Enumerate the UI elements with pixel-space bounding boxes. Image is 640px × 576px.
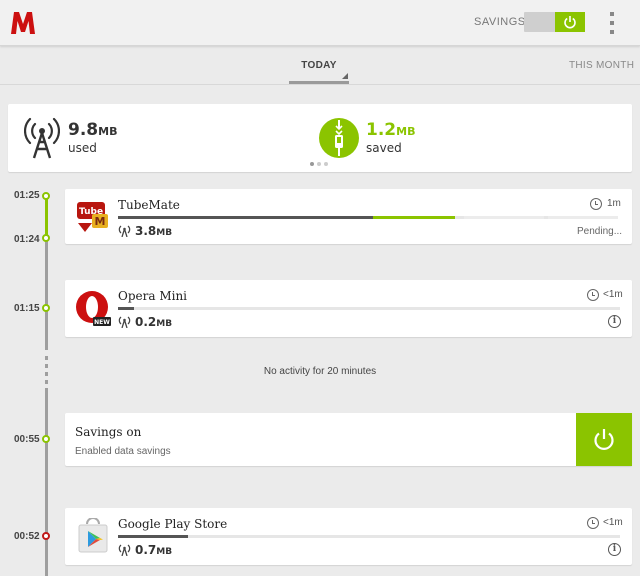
saved-label: saved (366, 141, 402, 155)
usage-value: 0.2 (135, 315, 157, 329)
usage-unit: MB (156, 547, 173, 557)
timeline-dot (42, 304, 50, 312)
signal-icon (118, 225, 131, 237)
tab-this-month[interactable]: THIS MONTH (569, 60, 634, 71)
app-name: Opera Mini (118, 289, 188, 303)
svg-text:NEW: NEW (94, 319, 110, 326)
timeline-time: 00:55 (14, 434, 40, 445)
power-icon (594, 428, 614, 450)
signal-tower-icon (24, 117, 60, 159)
page-dot (317, 162, 321, 166)
google-play-store-icon (78, 518, 108, 553)
top-bar: SAVINGS (0, 0, 640, 46)
power-icon (555, 12, 585, 32)
used-value: 9.8 (68, 120, 99, 140)
overflow-menu-icon[interactable] (608, 12, 616, 34)
page-dot (324, 162, 328, 166)
signal-icon (118, 544, 131, 556)
clock-icon (587, 289, 599, 301)
usage-bar (118, 307, 620, 310)
app-name: TubeMate (118, 198, 180, 212)
timeline-line (45, 388, 48, 576)
saved-value: 1.2 (366, 120, 397, 140)
duration: 1m (607, 198, 621, 209)
usage-value: 3.8 (135, 224, 157, 238)
duration: <1m (603, 517, 623, 528)
clock-icon (587, 517, 599, 529)
used-unit: MB (98, 125, 118, 138)
timeline-dot (42, 435, 50, 443)
app-name: Google Play Store (118, 517, 228, 531)
zip-compress-icon (319, 118, 359, 158)
usage-bar-pending (464, 216, 544, 219)
saved-unit: MB (396, 125, 416, 138)
usage-bar-pending (548, 216, 618, 219)
opera-max-logo-icon[interactable] (10, 10, 36, 36)
event-subtitle: Enabled data savings (75, 446, 171, 457)
savings-toggle[interactable] (524, 12, 585, 32)
usage-bar-saved (373, 216, 455, 219)
usage-amount: 0.7MB (135, 543, 172, 557)
tab-today[interactable]: TODAY (289, 47, 349, 84)
timeline-line (45, 238, 48, 350)
usage-unit: MB (156, 319, 173, 329)
usage-unit: MB (156, 228, 173, 238)
event-title: Savings on (75, 425, 142, 439)
savings-event-card[interactable]: Savings on Enabled data savings (65, 413, 632, 466)
timeline-dot (42, 192, 50, 200)
timeline-dot (42, 234, 50, 242)
timeline-time: 01:24 (14, 234, 40, 245)
timeline-time: 01:15 (14, 303, 40, 314)
used-label: used (68, 141, 97, 155)
timeline-time: 00:52 (14, 531, 40, 542)
page-dot (310, 162, 314, 166)
info-icon[interactable]: i (608, 543, 621, 556)
savings-label: SAVINGS (474, 16, 526, 28)
usage-bar-used (118, 216, 373, 219)
saved-amount: 1.2MB (366, 120, 415, 140)
summary-card[interactable]: 9.8MB used 1.2MB saved (8, 104, 632, 172)
dropdown-corner-icon (342, 73, 348, 79)
app-card-tubemate[interactable]: Tube M TubeMate 1m 3.8MB Pending... (65, 189, 632, 244)
signal-icon (118, 316, 131, 328)
timeline-gap-dash (45, 380, 48, 384)
timeline-active-segment (45, 196, 48, 238)
tab-today-label: TODAY (301, 60, 337, 71)
used-amount: 9.8MB (68, 120, 117, 140)
no-activity-text: No activity for 20 minutes (263, 366, 377, 377)
timeline-dot (42, 532, 50, 540)
usage-bar-used (118, 535, 188, 538)
opera-mini-icon: NEW (76, 291, 111, 326)
power-button[interactable] (576, 413, 632, 466)
svg-text:M: M (95, 215, 106, 228)
info-icon[interactable]: i (608, 315, 621, 328)
clock-icon (590, 198, 602, 210)
app-card-google-play-store[interactable]: Google Play Store <1m 0.7MB i (65, 508, 632, 565)
timeline-gap-dash (45, 356, 48, 360)
tubemate-icon: Tube M (75, 199, 111, 235)
usage-value: 0.7 (135, 543, 157, 557)
duration: <1m (603, 289, 623, 300)
page-indicator (310, 162, 328, 166)
usage-amount: 0.2MB (135, 315, 172, 329)
usage-amount: 3.8MB (135, 224, 172, 238)
usage-bar (118, 535, 620, 538)
usage-bar-used (118, 307, 134, 310)
timeline-time: 01:25 (14, 190, 40, 201)
status-text: Pending... (577, 226, 623, 237)
usage-bar (118, 216, 618, 219)
app-card-opera-mini[interactable]: NEW Opera Mini <1m 0.2MB i (65, 280, 632, 337)
tab-bar: TODAY THIS MONTH (0, 47, 640, 85)
